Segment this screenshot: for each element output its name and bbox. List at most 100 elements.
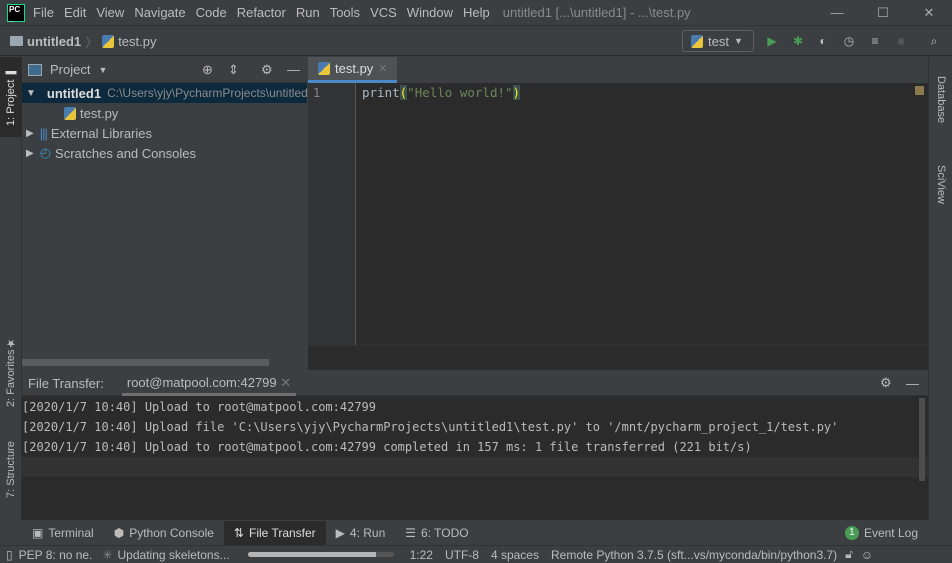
run-config-label: test (708, 33, 729, 49)
menu-bar: File Edit View Navigate Code Refactor Run Tools… (33, 5, 500, 20)
folder-icon (10, 36, 23, 46)
status-bar: ▯ PEP 8: no ne. ✳ Updating skeletons... … (0, 545, 952, 563)
tree-item-external-libraries[interactable]: ▶ ||| External Libraries (22, 123, 307, 143)
vertical-scrollbar[interactable] (919, 398, 925, 481)
debug-icon[interactable]: ✱ (791, 34, 805, 48)
tree-item-label: External Libraries (50, 125, 152, 141)
pycharm-logo: PC _ (7, 3, 25, 23)
tree-item-label: untitled1 (46, 85, 102, 101)
gear-icon[interactable]: ⚙ (261, 62, 273, 78)
hector-icon[interactable]: ☺ (861, 548, 873, 562)
title-bar: PC _ File Edit View Navigate Code Refactor Run T… (0, 0, 952, 26)
left-tool-strip: 1: Project ▬ 2: Favorites ★ 7: Structure (0, 57, 22, 520)
code-line[interactable]: print("Hello world!") (362, 85, 521, 100)
inspection-status[interactable]: PEP 8: no ne. (19, 548, 93, 562)
python-console-tab[interactable]: ⬢ Python Console (104, 521, 224, 545)
collapse-all-icon[interactable]: ⇕ (228, 62, 239, 78)
inspection-indicator[interactable] (915, 86, 924, 95)
maximize-button[interactable]: ☐ (860, 0, 906, 26)
menu-tools[interactable]: Tools (330, 5, 360, 20)
run-icon[interactable]: ▶ (765, 34, 779, 48)
python-file-icon (64, 106, 76, 120)
menu-view[interactable]: View (96, 5, 124, 20)
transfer-icon: ⇅ (233, 526, 244, 540)
python-icon: ⬢ (113, 526, 125, 540)
project-view-select[interactable]: Project (50, 62, 90, 77)
coverage-icon[interactable]: ◐ (816, 34, 830, 48)
minimize-button[interactable]: — (814, 0, 860, 26)
panel-label: File Transfer: (28, 375, 104, 391)
transfer-log: [2020/1/7 10:40] Upload to root@matpool.… (22, 397, 928, 477)
indent-setting[interactable]: 4 spaces (491, 548, 539, 562)
gear-icon[interactable]: ⚙ (880, 375, 892, 391)
project-view-icon (28, 63, 42, 76)
scratches-icon: ◴ (39, 145, 52, 160)
file-transfer-panel: File Transfer: root@matpool.com:42799 ✕ … (22, 371, 928, 520)
editor-tab-test-py[interactable]: test.py ✕ (308, 57, 397, 83)
editor-tab-label: test.py (335, 61, 374, 76)
tree-item-label: Scratches and Consoles (55, 145, 196, 161)
menu-refactor[interactable]: Refactor (237, 5, 286, 20)
menu-edit[interactable]: Edit (64, 5, 86, 20)
tree-item-scratches[interactable]: ▶ ◴ Scratches and Consoles (22, 143, 307, 163)
close-tab-icon[interactable]: ✕ (378, 62, 387, 75)
caret-position[interactable]: 1:22 (410, 548, 433, 562)
file-transfer-tab[interactable]: ⇅ File Transfer (223, 521, 326, 545)
menu-run[interactable]: Run (296, 5, 320, 20)
structure-tool-tab[interactable]: 7: Structure (0, 427, 22, 512)
tree-item-path: C:\Users\yjy\PycharmProjects\untitled1 (107, 86, 307, 100)
file-encoding[interactable]: UTF-8 (445, 548, 479, 562)
search-icon[interactable]: ⌕ (927, 34, 941, 48)
sciview-tool-tab[interactable]: SciView (929, 152, 952, 217)
database-tool-tab[interactable]: Database (929, 62, 952, 137)
profile-icon[interactable]: ◷ (842, 34, 856, 48)
window-title: untitled1 [...\untitled1] - ...\test.py (502, 5, 691, 20)
task-progress-bar (247, 552, 394, 557)
stop-icon[interactable]: ■ (894, 34, 908, 48)
tool-window-bar: ▣ Terminal ⬢ Python Console ⇅ File Transfer… (22, 521, 928, 545)
close-button[interactable]: ✕ (906, 0, 952, 26)
navigation-bar: untitled1 〉 test.py test ▼ ▶ ✱ ◐ ◷ ≡ ■ ⌕ (0, 27, 952, 56)
editor: test.py ✕ 1 print("Hello world!") (308, 57, 928, 370)
background-task[interactable]: Updating skeletons... (118, 548, 230, 562)
tree-item-label: test.py (80, 105, 119, 121)
log-line: [2020/1/7 10:40] Upload file 'C:\Users\y… (22, 420, 839, 434)
favorites-tool-tab[interactable]: 2: Favorites ★ (0, 327, 22, 417)
todo-tab[interactable]: ☰ 6: TODO (395, 521, 478, 545)
breadcrumb-project[interactable]: untitled1 (27, 34, 81, 49)
menu-window[interactable]: Window (407, 5, 453, 20)
run-config-select[interactable]: test ▼ (682, 30, 754, 52)
horizontal-scrollbar[interactable] (22, 359, 269, 366)
menu-vcs[interactable]: VCS (370, 5, 397, 20)
python-file-icon (102, 34, 115, 48)
python-file-icon (318, 62, 330, 75)
menu-code[interactable]: Code (196, 5, 227, 20)
log-line: [2020/1/7 10:40] Upload to root@matpool.… (22, 400, 377, 414)
gutter: 1 (308, 83, 356, 345)
project-tool-tab[interactable]: 1: Project ▬ (0, 57, 22, 137)
terminal-icon: ▣ (32, 526, 44, 540)
lock-icon[interactable]: 🔓︎ (845, 547, 853, 562)
interpreter-selector[interactable]: Remote Python 3.7.5 (sft...vs/myconda/bi… (551, 548, 837, 562)
terminal-tab[interactable]: ▣ Terminal (22, 521, 104, 545)
hide-icon[interactable]: — (287, 62, 300, 77)
tree-item-project-root[interactable]: ▼ untitled1 C:\Users\yjy\PycharmProjects… (22, 83, 307, 103)
event-count-badge: 1 (844, 526, 859, 540)
menu-help[interactable]: Help (463, 5, 490, 20)
menu-file[interactable]: File (33, 5, 54, 20)
project-panel: Project ▼ ⊕ ⇕ ⚙ — ▼ untitled1 C:\Users\y… (22, 57, 307, 370)
line-number: 1 (313, 86, 321, 100)
tree-item-test-py[interactable]: test.py (22, 103, 307, 123)
locate-icon[interactable]: ⊕ (202, 62, 213, 78)
spinner-icon: ✳ (102, 547, 113, 562)
concurrency-icon[interactable]: ≡ (868, 34, 882, 48)
hide-icon[interactable]: — (906, 376, 919, 391)
right-tool-strip: Database SciView (928, 57, 952, 520)
menu-navigate[interactable]: Navigate (134, 5, 185, 20)
toggle-panels-icon[interactable]: ▯ (6, 548, 13, 562)
run-tab[interactable]: ▶ 4: Run (326, 521, 396, 545)
breadcrumb-file[interactable]: test.py (118, 34, 156, 49)
connection-tab[interactable]: root@matpool.com:42799 ✕ (121, 371, 297, 396)
python-icon (691, 34, 703, 48)
event-log-tab[interactable]: 1 Event Log (835, 521, 928, 545)
